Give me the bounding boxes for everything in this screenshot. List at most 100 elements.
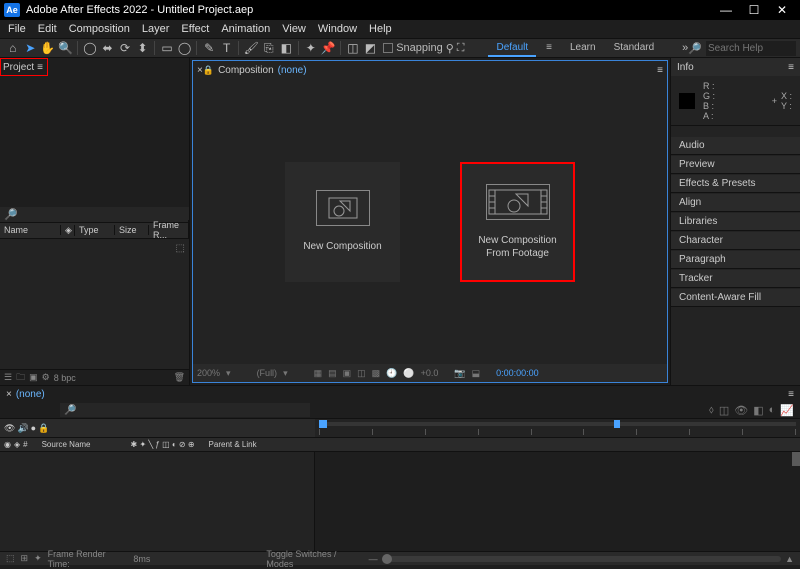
resolution[interactable]: (Full) bbox=[257, 368, 278, 378]
section-preview[interactable]: Preview bbox=[671, 156, 800, 174]
menu-window[interactable]: Window bbox=[312, 23, 363, 35]
home-icon[interactable]: ⌂ bbox=[4, 39, 22, 57]
type-tool-icon[interactable]: T bbox=[218, 39, 236, 57]
render-icon[interactable]: ⬓ bbox=[472, 368, 481, 379]
work-area-end[interactable] bbox=[614, 420, 620, 428]
project-tab[interactable]: Project ≡ bbox=[0, 58, 48, 76]
pen-tool-icon[interactable]: ✎ bbox=[200, 39, 218, 57]
hand-tool-icon[interactable]: ✋ bbox=[39, 39, 57, 57]
new-composition-from-footage-card[interactable]: New Composition From Footage bbox=[460, 162, 575, 282]
workspace-learn[interactable]: Learn bbox=[562, 40, 604, 57]
timeline-close-icon[interactable]: × bbox=[6, 389, 12, 400]
new-comp-icon[interactable]: ▣ bbox=[29, 372, 38, 383]
timeline-end-marker[interactable] bbox=[792, 452, 800, 466]
menu-animation[interactable]: Animation bbox=[215, 23, 276, 35]
timeline-layer-list[interactable] bbox=[0, 452, 315, 551]
zoom-tool-icon[interactable]: 🔍 bbox=[57, 39, 75, 57]
mask-vis-icon[interactable]: ▣ bbox=[343, 368, 352, 379]
grid-icon[interactable]: ▦ bbox=[314, 368, 323, 379]
mask-icon[interactable]: ◩ bbox=[362, 39, 380, 57]
maximize-button[interactable]: ☐ bbox=[740, 3, 768, 17]
minimize-button[interactable]: — bbox=[712, 3, 740, 17]
bpc-label[interactable]: 8 bpc bbox=[54, 373, 76, 383]
search-input[interactable] bbox=[706, 41, 796, 56]
workspace-standard[interactable]: Standard bbox=[606, 40, 663, 57]
guides-icon[interactable]: ▤ bbox=[328, 368, 337, 379]
rotate-tool-icon[interactable]: ⟳ bbox=[116, 39, 134, 57]
section-effects[interactable]: Effects & Presets bbox=[671, 175, 800, 193]
project-settings-icon[interactable]: ⚙ bbox=[42, 372, 50, 383]
col-source-name[interactable]: Source Name bbox=[42, 440, 91, 449]
footer-icon3[interactable]: ✦ bbox=[34, 553, 42, 564]
orbit-tool-icon[interactable]: ◯ bbox=[81, 39, 99, 57]
close-button[interactable]: ✕ bbox=[768, 3, 796, 17]
roto-tool-icon[interactable]: ✦ bbox=[302, 39, 320, 57]
shy-icon[interactable]: 👁 bbox=[734, 404, 748, 417]
lock-col-icon[interactable]: 🔒 bbox=[38, 423, 49, 434]
zoom-slider[interactable] bbox=[382, 556, 781, 562]
snapping-magnet-icon[interactable]: ⚲ bbox=[446, 42, 454, 55]
flowchart-icon[interactable]: ⬚ bbox=[176, 243, 185, 254]
graph-editor-icon[interactable]: 📈 bbox=[780, 404, 794, 417]
snapping-toggle[interactable]: Snapping ⚲ ⛶ bbox=[379, 42, 468, 55]
label-col-icon[interactable]: ◈ bbox=[14, 440, 20, 449]
ellipse-tool-icon[interactable]: ◯ bbox=[176, 39, 194, 57]
composition-tab-label[interactable]: Composition bbox=[218, 65, 274, 76]
menu-edit[interactable]: Edit bbox=[32, 23, 63, 35]
timeline-search[interactable]: 🔎 bbox=[60, 403, 310, 417]
puppet-tool-icon[interactable]: 📌 bbox=[320, 39, 338, 57]
camera-tool-icon[interactable]: ⬍ bbox=[134, 39, 152, 57]
menu-file[interactable]: File bbox=[2, 23, 32, 35]
section-align[interactable]: Align bbox=[671, 194, 800, 212]
section-character[interactable]: Character bbox=[671, 232, 800, 250]
section-libraries[interactable]: Libraries bbox=[671, 213, 800, 231]
col-name[interactable]: Name bbox=[0, 225, 61, 235]
zoom-in-icon[interactable]: ▲ bbox=[785, 554, 794, 564]
section-tracker[interactable]: Tracker bbox=[671, 270, 800, 288]
menu-layer[interactable]: Layer bbox=[136, 23, 176, 35]
composition-menu-icon[interactable]: ≡ bbox=[657, 65, 663, 76]
timecode[interactable]: 0:00:00:00 bbox=[496, 368, 539, 378]
menu-help[interactable]: Help bbox=[363, 23, 398, 35]
new-folder-icon[interactable]: 🗀 bbox=[16, 370, 25, 386]
transparency-icon[interactable]: ▩ bbox=[372, 368, 381, 379]
section-paragraph[interactable]: Paragraph bbox=[671, 251, 800, 269]
audio-col-icon[interactable]: 🔊 bbox=[17, 423, 28, 434]
col-size[interactable]: Size bbox=[115, 225, 149, 235]
brush-tool-icon[interactable]: 🖌 bbox=[242, 39, 260, 57]
snapping-checkbox[interactable] bbox=[383, 43, 393, 53]
comp-mini-flowchart-icon[interactable]: ⬨ bbox=[709, 404, 714, 417]
new-composition-card[interactable]: New Composition bbox=[285, 162, 400, 282]
frame-blend-icon[interactable]: ◧ bbox=[753, 404, 763, 417]
interpret-icon[interactable]: ☰ bbox=[4, 372, 12, 383]
camera-icon[interactable]: 📷 bbox=[454, 368, 465, 379]
workspace-menu-icon[interactable]: ≡ bbox=[538, 40, 560, 57]
zoom-level[interactable]: 200% bbox=[197, 368, 220, 378]
snapping-options-icon[interactable]: ⛶ bbox=[457, 42, 465, 55]
snapshot-icon[interactable]: ⚪ bbox=[403, 368, 414, 379]
draft3d-icon[interactable]: ◫ bbox=[719, 404, 729, 417]
zoom-out-icon[interactable]: — bbox=[369, 554, 378, 564]
motion-blur-icon[interactable]: ◐ bbox=[769, 404, 776, 417]
timeline-tab[interactable]: × (none) ≡ bbox=[0, 386, 800, 402]
res-dropdown-icon[interactable]: ▾ bbox=[283, 368, 288, 379]
section-audio[interactable]: Audio bbox=[671, 137, 800, 155]
pan-behind-tool-icon[interactable]: ⬌ bbox=[99, 39, 117, 57]
menu-view[interactable]: View bbox=[276, 23, 312, 35]
toggle-switches-modes[interactable]: Toggle Switches / Modes bbox=[266, 549, 362, 569]
selection-tool-icon[interactable]: ➤ bbox=[22, 39, 40, 57]
menu-composition[interactable]: Composition bbox=[63, 23, 136, 35]
shape-icon[interactable]: ◫ bbox=[344, 39, 362, 57]
num-col-icon[interactable]: # bbox=[23, 440, 27, 449]
lock-icon[interactable]: 🔒 bbox=[203, 65, 214, 76]
timeline-track-area[interactable] bbox=[315, 452, 800, 551]
footer-icon2[interactable]: ⊞ bbox=[21, 553, 29, 564]
roi-icon[interactable]: ◫ bbox=[357, 368, 366, 379]
col-frame[interactable]: Frame R... bbox=[149, 220, 189, 240]
info-tab[interactable]: Info ≡ bbox=[671, 58, 800, 76]
project-tab-menu-icon[interactable]: ≡ bbox=[37, 62, 43, 73]
playhead[interactable] bbox=[319, 420, 327, 428]
solo-col-icon[interactable]: ● bbox=[31, 423, 36, 434]
clone-tool-icon[interactable]: ⎘ bbox=[260, 39, 278, 57]
col-parent-link[interactable]: Parent & Link bbox=[209, 440, 257, 449]
